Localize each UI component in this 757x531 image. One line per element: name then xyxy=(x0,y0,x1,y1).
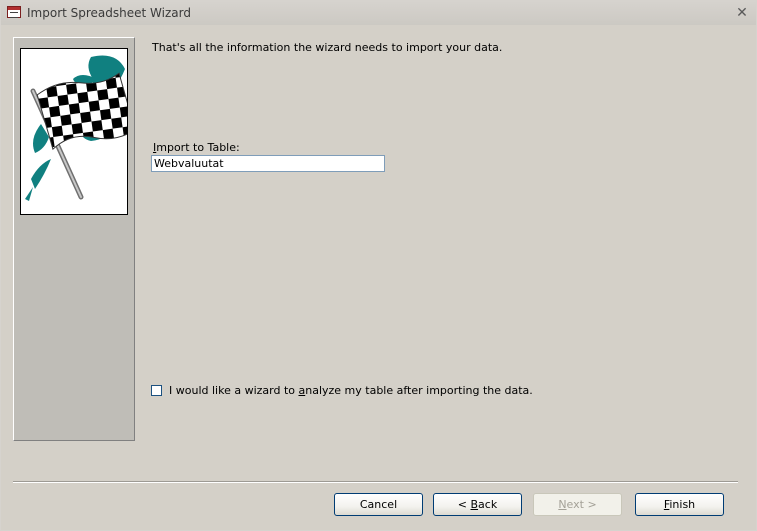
wizard-sidebar-panel xyxy=(13,37,137,441)
analyze-checkbox-label[interactable]: I would like a wizard to analyze my tabl… xyxy=(169,384,533,397)
checkered-flag-illustration xyxy=(25,55,137,201)
window-title: Import Spreadsheet Wizard xyxy=(27,6,191,20)
button-separator xyxy=(13,481,738,483)
analyze-label-after: nalyze my table after importing the data… xyxy=(305,383,533,397)
import-to-table-label: Import to Table: xyxy=(153,141,240,154)
close-icon[interactable]: ✕ xyxy=(734,5,750,21)
checkbox-icon[interactable] xyxy=(151,384,162,396)
import-spreadsheet-wizard-window: Import Spreadsheet Wizard ✕ That's all t… xyxy=(0,0,757,531)
next-button[interactable]: Next > xyxy=(533,493,622,516)
back-label-mnemonic: B xyxy=(470,498,479,511)
next-label-mnemonic: N xyxy=(558,498,567,511)
back-label-prefix: < xyxy=(457,498,471,511)
next-label-rest: ext > xyxy=(566,498,597,511)
cancel-button[interactable]: Cancel xyxy=(334,493,423,516)
finish-button[interactable]: Finish xyxy=(635,493,724,516)
back-button[interactable]: < Back xyxy=(433,493,522,516)
finish-label-rest: inish xyxy=(669,498,696,511)
import-to-table-input[interactable] xyxy=(151,155,385,172)
import-label-text: mport to Table: xyxy=(156,141,240,154)
checkered-flag-icon xyxy=(20,48,137,215)
analyze-table-option[interactable]: I would like a wizard to analyze my tabl… xyxy=(151,382,533,398)
back-label-rest: ack xyxy=(478,498,498,511)
title-bar[interactable]: Import Spreadsheet Wizard ✕ xyxy=(1,1,756,25)
intro-message: That's all the information the wizard ne… xyxy=(152,41,503,54)
analyze-label-before: I would like a wizard to xyxy=(169,383,299,397)
access-table-icon xyxy=(7,6,21,18)
